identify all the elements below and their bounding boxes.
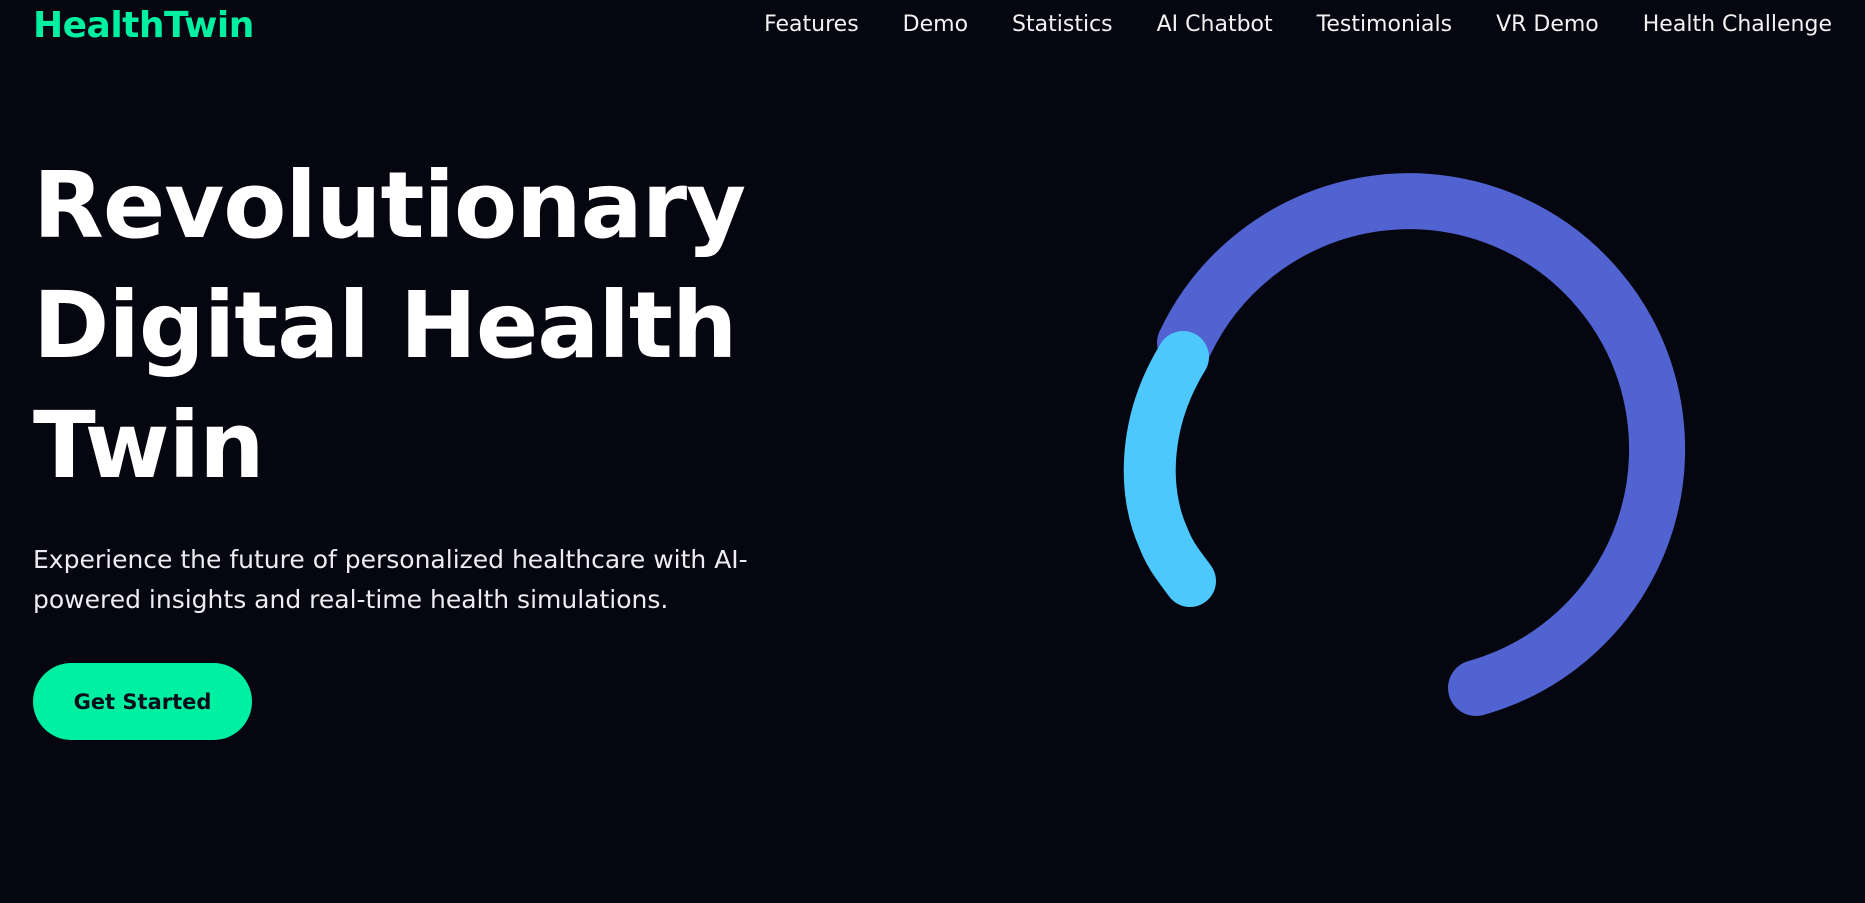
loading-ring (1100, 160, 1700, 760)
get-started-button[interactable]: Get Started (33, 663, 252, 740)
nav-item-ai-chatbot[interactable]: AI Chatbot (1157, 10, 1273, 40)
nav-item-demo[interactable]: Demo (903, 10, 968, 40)
nav-item-health-challenge[interactable]: Health Challenge (1643, 10, 1832, 40)
nav-item-testimonials[interactable]: Testimonials (1317, 10, 1452, 40)
inner-arc (1123, 331, 1216, 607)
hero-title-line-2: Digital Health (33, 272, 737, 379)
hero-subtitle-line-1: Experience the future of personalized he… (33, 545, 748, 574)
page: HealthTwin Features Demo Statistics AI C… (0, 0, 1865, 903)
hero-title: Revolutionary Digital Health Twin (33, 146, 913, 506)
navbar: HealthTwin Features Demo Statistics AI C… (0, 0, 1865, 54)
nav-links: Features Demo Statistics AI Chatbot Test… (764, 10, 1832, 40)
outer-arc (1157, 173, 1686, 716)
nav-item-features[interactable]: Features (764, 10, 859, 40)
nav-item-vr-demo[interactable]: VR Demo (1496, 10, 1599, 40)
hero-title-line-3: Twin (33, 392, 265, 499)
hero-subtitle-line-2: powered insights and real-time health si… (33, 585, 669, 614)
hero-title-line-1: Revolutionary (33, 152, 746, 259)
hero-subtitle: Experience the future of personalized he… (33, 540, 813, 620)
nav-item-statistics[interactable]: Statistics (1012, 10, 1113, 40)
loading-ring-graphic (1123, 173, 1686, 716)
logo[interactable]: HealthTwin (33, 4, 254, 48)
